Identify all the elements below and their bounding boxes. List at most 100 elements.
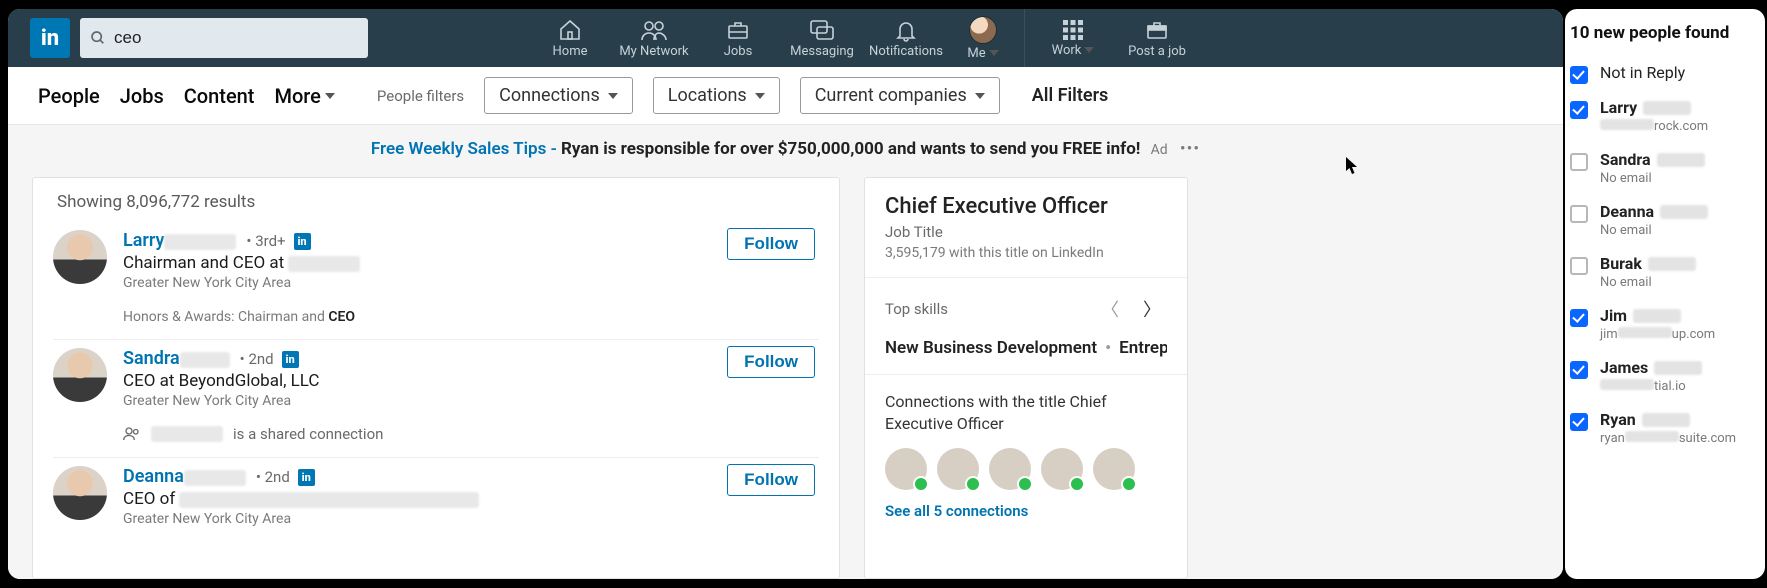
ad-text: Ryan is responsible for over $750,000,00…: [557, 139, 1141, 159]
chevron-down-icon: [989, 50, 999, 56]
result-name-link[interactable]: Deanna: [123, 466, 184, 487]
connection-avatar[interactable]: [1093, 448, 1135, 490]
result-headline: CEO of: [123, 489, 175, 509]
top-nav: in Home My Network Jobs Messaging: [8, 9, 1563, 67]
nav-label: Me: [967, 46, 985, 61]
skill-item: Entrepreneurship: [1119, 338, 1167, 358]
tab-jobs[interactable]: Jobs: [120, 84, 164, 108]
result-item: Sandra • 2nd in CEO at BeyondGlobal, LLC…: [53, 340, 819, 458]
grid-icon: [1062, 19, 1084, 41]
post-job-icon: [1144, 18, 1170, 42]
person-name: Larry: [1600, 98, 1761, 117]
person-email: tial.io: [1600, 379, 1761, 394]
redacted: [1660, 205, 1708, 219]
sidebar-person-row: BurakNo email: [1570, 248, 1761, 300]
search-box[interactable]: [80, 18, 368, 58]
connection-degree: • 2nd: [240, 350, 274, 368]
nav-post-job[interactable]: Post a job: [1115, 9, 1199, 67]
skills-next-icon[interactable]: 〉: [1137, 294, 1167, 324]
redacted: [1654, 361, 1702, 375]
tab-people[interactable]: People: [38, 84, 100, 108]
honors-bold: CEO: [328, 309, 355, 325]
tab-content[interactable]: Content: [184, 84, 255, 108]
skills-prev-icon[interactable]: 〈: [1095, 294, 1125, 324]
linkedin-badge-icon: in: [282, 351, 299, 368]
sidebar-person-row: SandraNo email: [1570, 144, 1761, 196]
connection-avatar[interactable]: [937, 448, 979, 490]
checkbox-person[interactable]: [1570, 205, 1588, 223]
checkbox-person[interactable]: [1570, 153, 1588, 171]
briefcase-icon: [725, 18, 751, 42]
redacted: [1600, 119, 1654, 130]
follow-button[interactable]: Follow: [727, 228, 815, 260]
checkbox-not-in-reply[interactable]: [1570, 66, 1588, 84]
checkbox-person[interactable]: [1570, 257, 1588, 275]
ad-bar: Free Weekly Sales Tips - Ryan is respons…: [8, 125, 1563, 169]
redacted: [1657, 153, 1705, 167]
profile-photo[interactable]: [53, 466, 107, 520]
nav-label: Home: [553, 44, 588, 59]
ad-menu-icon[interactable]: •••: [1180, 139, 1200, 159]
nav-network[interactable]: My Network: [612, 9, 696, 67]
person-email: No email: [1600, 171, 1761, 186]
nav-messaging[interactable]: Messaging: [780, 9, 864, 67]
nav-label: Notifications: [869, 44, 943, 59]
ad-link[interactable]: Free Weekly Sales Tips -: [371, 139, 557, 159]
sidebar-person-row: Jimjimup.com: [1570, 300, 1761, 352]
redacted: [1648, 257, 1696, 271]
person-email: ryansuite.com: [1600, 431, 1761, 446]
checkbox-person[interactable]: [1570, 101, 1588, 119]
nav-label: Post a job: [1128, 44, 1186, 59]
result-location: Greater New York City Area: [123, 275, 819, 291]
connection-degree: • 2nd: [256, 468, 290, 486]
checkbox-person[interactable]: [1570, 309, 1588, 327]
sidebar-person-row: Jamestial.io: [1570, 352, 1761, 404]
person-email: jimup.com: [1600, 327, 1761, 342]
sidebar-person-row: Larryrock.com: [1570, 92, 1761, 144]
checkbox-person[interactable]: [1570, 361, 1588, 379]
result-name-link[interactable]: Larry: [123, 230, 164, 251]
job-title-heading: Chief Executive Officer: [885, 194, 1167, 219]
redacted: [1633, 309, 1681, 323]
connection-avatar[interactable]: [885, 448, 927, 490]
filter-connections[interactable]: Connections: [484, 77, 633, 114]
connections-title: Connections with the title Chief Executi…: [885, 391, 1167, 434]
profile-photo[interactable]: [53, 348, 107, 402]
people-icon: [123, 427, 141, 441]
nav-label: My Network: [619, 44, 688, 59]
pill-label: Current companies: [815, 85, 967, 106]
follow-button[interactable]: Follow: [727, 464, 815, 496]
shared-connection-text: is a shared connection: [233, 425, 383, 443]
linkedin-logo[interactable]: in: [30, 18, 70, 58]
see-all-link[interactable]: See all 5 connections: [885, 502, 1167, 520]
search-icon: [90, 30, 106, 46]
nav-home[interactable]: Home: [528, 9, 612, 67]
nav-work[interactable]: Work: [1031, 9, 1115, 67]
linkedin-badge-icon: in: [298, 469, 315, 486]
person-name: Deanna: [1600, 202, 1761, 221]
connection-avatar[interactable]: [989, 448, 1031, 490]
redacted: [288, 256, 360, 272]
connection-avatar[interactable]: [1041, 448, 1083, 490]
checkbox-person[interactable]: [1570, 413, 1588, 431]
filter-locations[interactable]: Locations: [653, 77, 780, 114]
connection-degree: • 3rd+: [246, 232, 285, 250]
divider: [1024, 9, 1025, 67]
redacted: [151, 426, 223, 442]
person-name: Ryan: [1600, 410, 1761, 429]
person-email: No email: [1600, 275, 1761, 290]
filter-companies[interactable]: Current companies: [800, 77, 1000, 114]
tab-more-label: More: [274, 84, 320, 108]
redacted: [164, 234, 236, 250]
all-filters-button[interactable]: All Filters: [1032, 85, 1109, 106]
profile-photo[interactable]: [53, 230, 107, 284]
nav-notifications[interactable]: Notifications: [864, 9, 948, 67]
not-in-reply-label: Not in Reply: [1600, 63, 1761, 82]
tab-more[interactable]: More: [274, 84, 334, 108]
result-name-link[interactable]: Sandra: [123, 348, 180, 369]
nav-jobs[interactable]: Jobs: [696, 9, 780, 67]
linkedin-badge-icon: in: [294, 233, 311, 250]
follow-button[interactable]: Follow: [727, 346, 815, 378]
search-input[interactable]: [114, 28, 358, 48]
nav-me[interactable]: Me: [948, 9, 1018, 67]
